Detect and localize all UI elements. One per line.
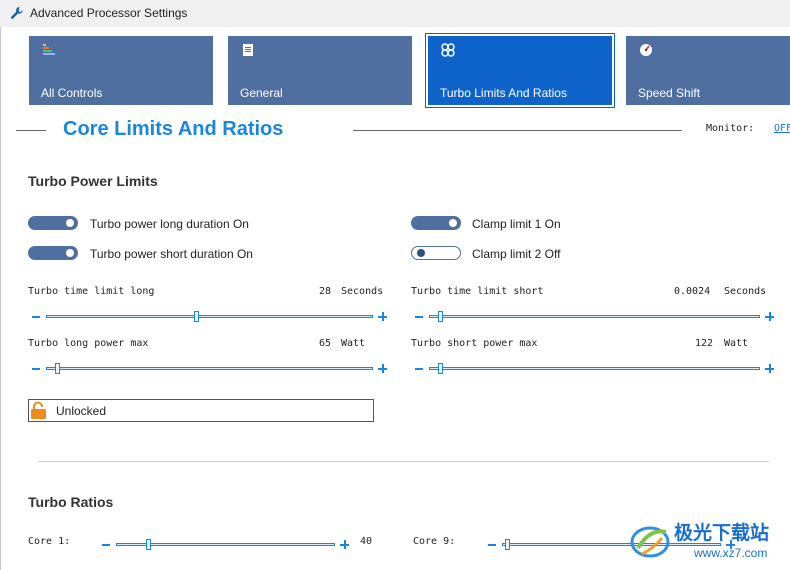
gauge-icon [640,44,652,56]
section-rule-left [16,130,46,131]
core-9-label: Core 9: [413,536,456,547]
turbo-long-power-label: Turbo long power max [28,338,149,349]
slider-thumb[interactable] [438,363,444,374]
turbo-time-short-unit: Seconds [724,286,767,297]
toggle-knob [417,249,425,257]
watermark-logo [630,526,670,558]
tab-label: General [240,86,283,100]
turbo-time-long-slider[interactable] [32,311,387,322]
core-1-label: Core 1: [28,536,71,547]
decrease-button[interactable] [415,368,423,370]
watermark: 极光下载站 www.xz7.com [628,516,788,566]
tab-label: Speed Shift [638,86,701,100]
slider-track[interactable] [46,315,373,318]
turbo-time-short-value: 0.0024 [674,286,711,297]
turbo-short-duration-label: Turbo power short duration On [90,247,253,261]
toggle-knob [66,249,74,257]
increase-button[interactable] [765,364,774,373]
sliders-icon [441,43,455,57]
tab-label: Turbo Limits And Ratios [440,86,567,100]
turbo-time-long-label: Turbo time limit long [28,286,155,297]
toggle-knob [449,219,457,227]
core-1-value: 40 [360,536,373,547]
clamp-limit-1-toggle[interactable] [411,216,461,230]
increase-button[interactable] [340,540,349,549]
slider-thumb[interactable] [194,311,200,322]
clamp-limit-2-label: Clamp limit 2 Off [472,247,561,261]
lock-toggle-button[interactable]: Unlocked [28,399,374,422]
bars-icon [43,44,55,55]
monitor-toggle-link[interactable]: OFF [774,123,790,134]
monitor-label: Monitor: [706,123,755,134]
turbo-short-power-slider[interactable] [415,363,774,374]
window-border [0,27,1,570]
increase-button[interactable] [378,364,387,373]
decrease-button[interactable] [102,544,110,546]
tab-general[interactable]: General [228,36,412,105]
tab-label: All Controls [41,86,103,100]
title-bar: Advanced Processor Settings [0,0,790,27]
lock-label: Unlocked [56,404,107,418]
decrease-button[interactable] [32,368,40,370]
slider-thumb[interactable] [55,363,61,374]
core-1-slider[interactable] [102,539,349,550]
slider-thumb[interactable] [146,539,152,550]
clamp-limit-2-toggle[interactable] [411,246,461,260]
turbo-long-duration-toggle[interactable] [28,216,78,230]
document-icon [243,44,253,56]
slider-thumb[interactable] [505,539,510,550]
section-title: Core Limits And Ratios [63,118,284,140]
tab-turbo-limits-and-ratios[interactable]: Turbo Limits And Ratios [425,33,615,108]
slider-thumb[interactable] [438,311,444,322]
turbo-long-power-slider[interactable] [32,363,387,374]
window-title: Advanced Processor Settings [30,6,188,20]
decrease-button[interactable] [415,316,423,318]
turbo-time-short-label: Turbo time limit short [411,286,544,297]
turbo-long-power-unit: Watt [341,338,366,349]
turbo-short-power-value: 122 [695,338,714,349]
slider-track[interactable] [46,367,373,370]
turbo-short-power-unit: Watt [724,338,749,349]
increase-button[interactable] [378,312,387,321]
decrease-button[interactable] [32,316,40,318]
clamp-limit-1-label: Clamp limit 1 On [472,217,561,231]
toggle-knob [66,219,74,227]
decrease-button[interactable] [488,544,496,546]
slider-track[interactable] [429,367,760,370]
section-divider [38,461,769,462]
watermark-text: 极光下载站 [674,522,770,544]
turbo-time-short-slider[interactable] [415,311,774,322]
wrench-icon [10,7,23,19]
turbo-time-long-value: 28 [319,286,332,297]
slider-track[interactable] [429,315,760,318]
turbo-long-power-value: 65 [319,338,332,349]
turbo-long-duration-label: Turbo power long duration On [90,217,249,231]
turbo-ratios-heading: Turbo Ratios [28,494,114,510]
watermark-url: www.xz7.com [694,546,768,560]
increase-button[interactable] [765,312,774,321]
turbo-short-power-label: Turbo short power max [411,338,538,349]
tab-all-controls[interactable]: All Controls [29,36,213,105]
padlock-icon [31,401,46,419]
turbo-short-duration-toggle[interactable] [28,246,78,260]
turbo-power-limits-heading: Turbo Power Limits [28,173,158,189]
turbo-time-long-unit: Seconds [341,286,384,297]
tab-speed-shift[interactable]: Speed Shift [626,36,790,105]
section-rule-right [353,130,682,131]
